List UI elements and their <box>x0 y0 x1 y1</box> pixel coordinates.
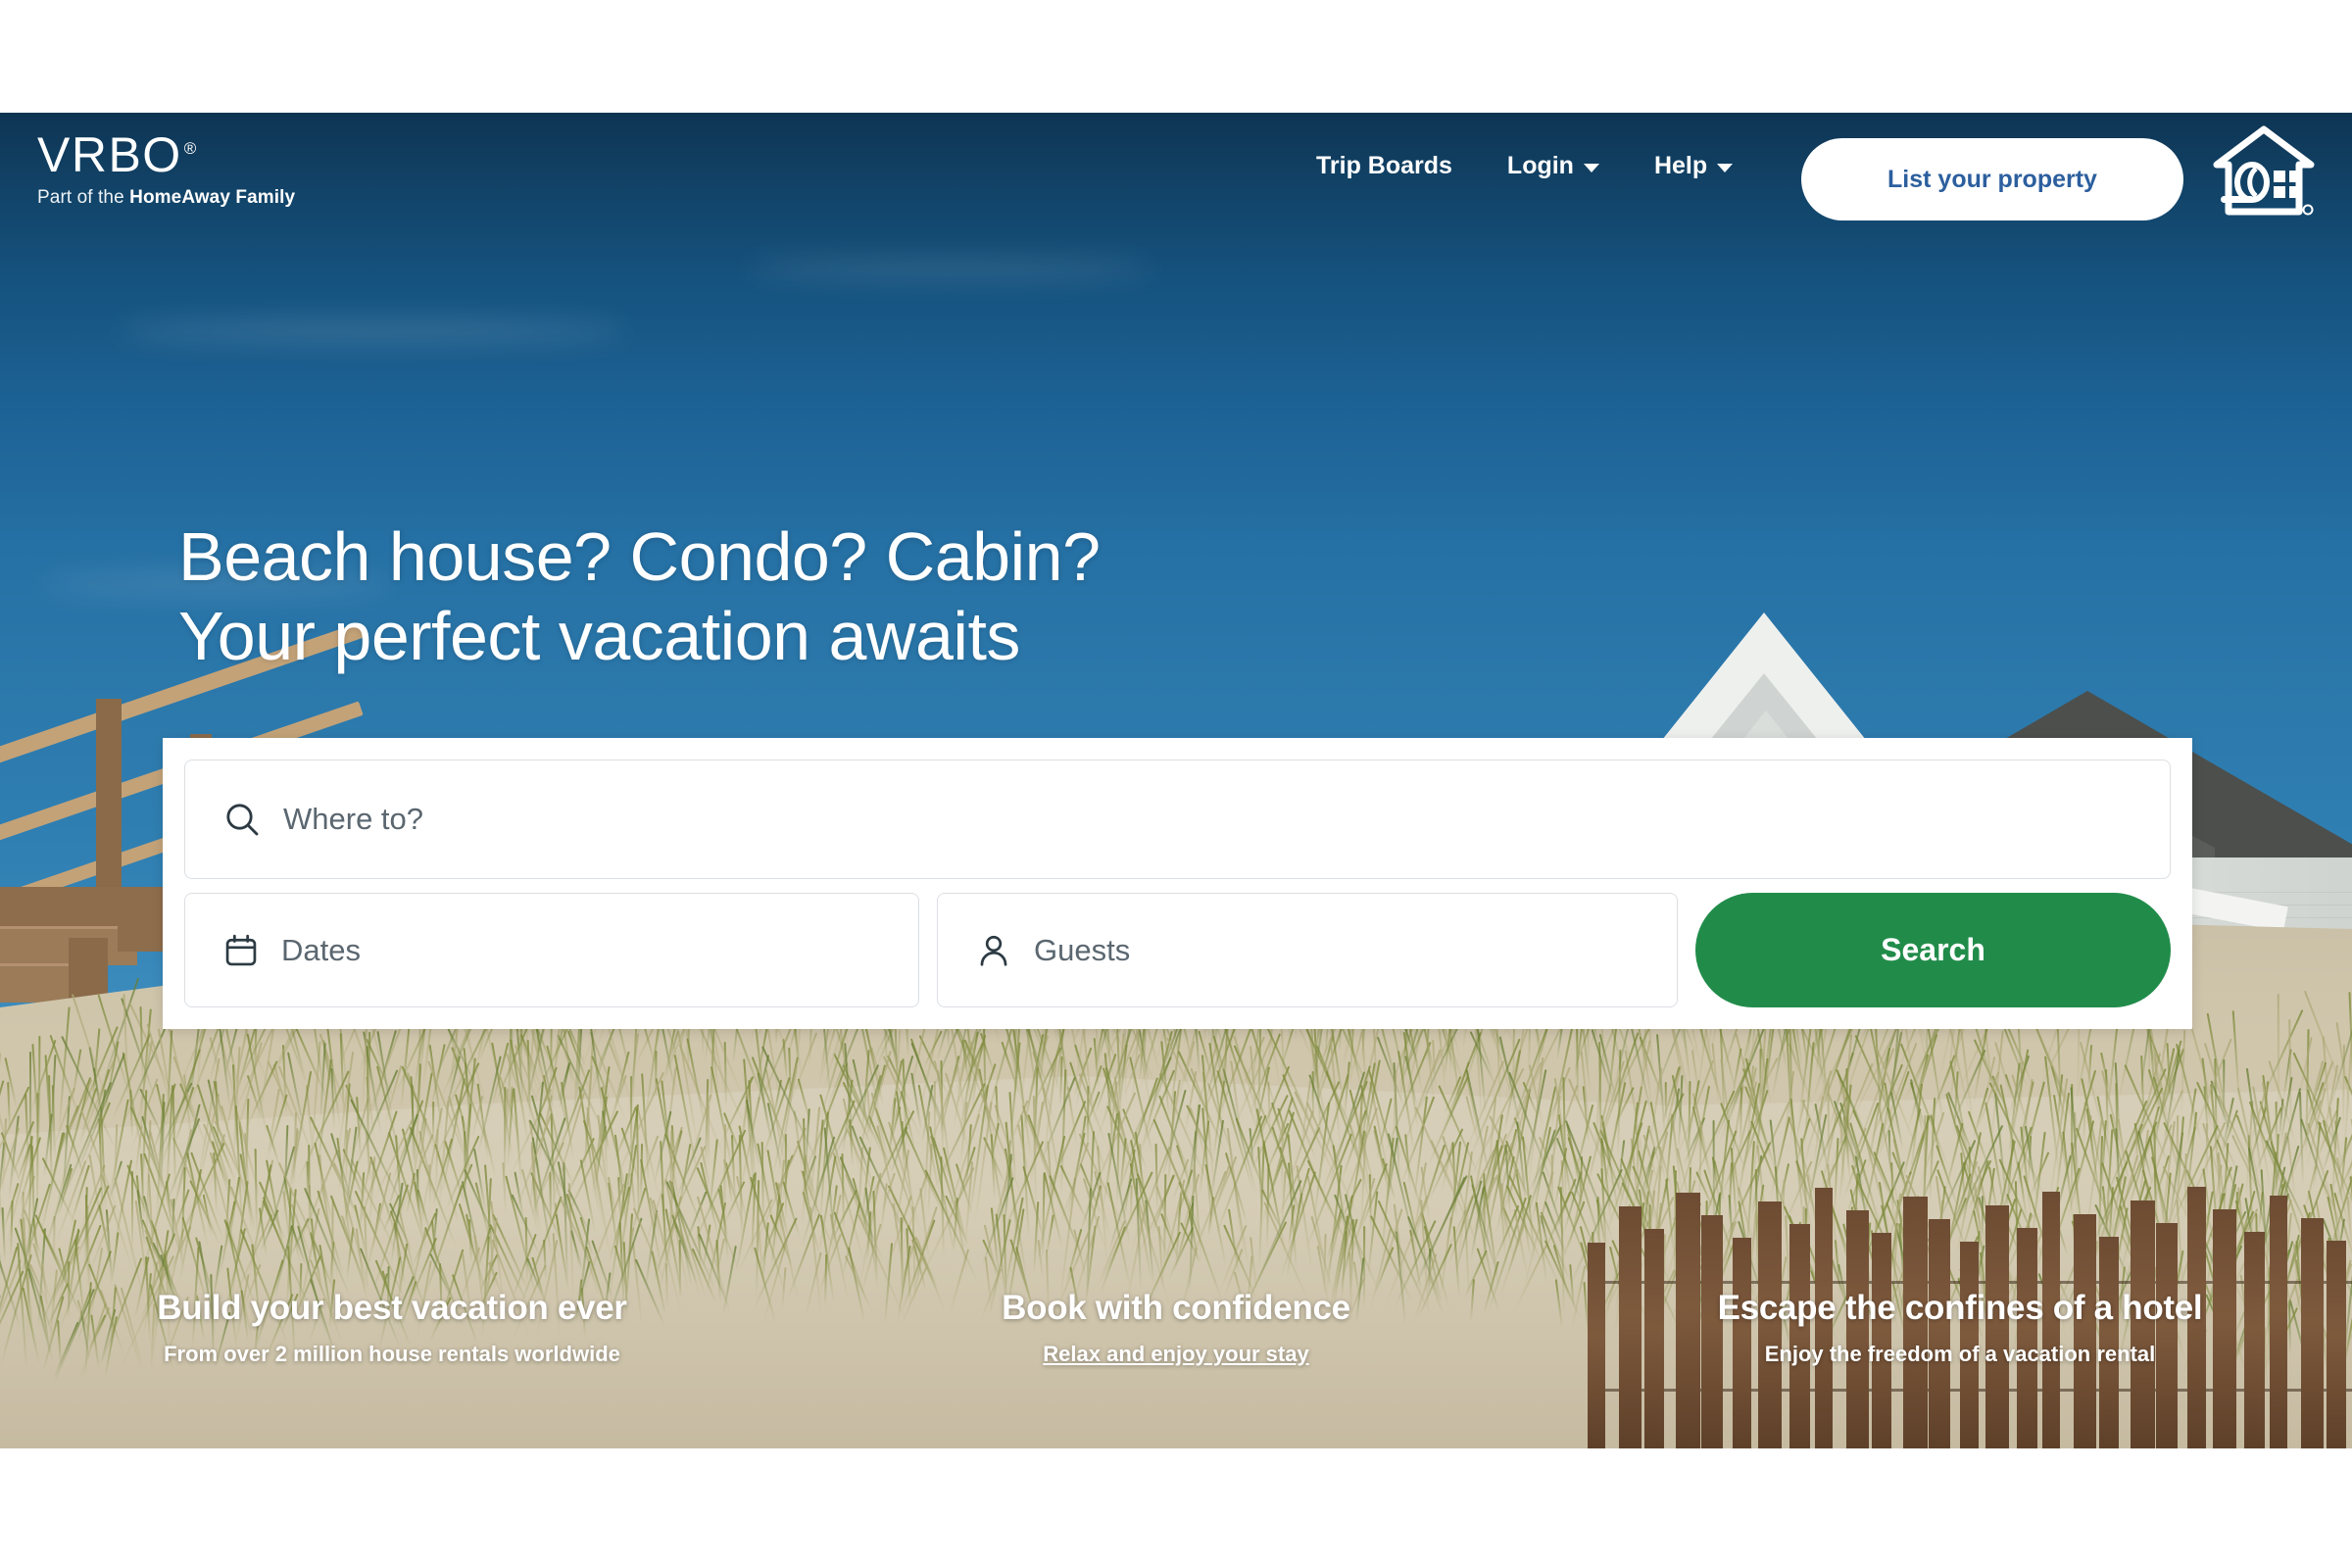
value-prop-title: Escape the confines of a hotel <box>1568 1289 2352 1328</box>
value-prop-link[interactable]: Relax and enjoy your stay <box>784 1342 1568 1367</box>
tagline-prefix: Part of the <box>37 187 129 208</box>
cloud <box>745 260 1156 279</box>
destination-field[interactable]: Where to? <box>184 760 2171 879</box>
value-prop-subtitle: From over 2 million house rentals worldw… <box>0 1342 784 1367</box>
value-props: Build your best vacation ever From over … <box>0 1289 2352 1367</box>
value-prop-1: Build your best vacation ever From over … <box>0 1289 784 1367</box>
tagline-brand: HomeAway Family <box>129 187 295 208</box>
value-prop-3: Escape the confines of a hotel Enjoy the… <box>1568 1289 2352 1367</box>
logo-tagline: Part of the HomeAway Family <box>37 187 295 209</box>
search-button[interactable]: Search <box>1695 893 2171 1007</box>
guests-placeholder: Guests <box>1034 933 1130 968</box>
vrbo-logo[interactable]: VRBO ® Part of the HomeAway Family <box>37 130 295 209</box>
site-header: VRBO ® Part of the HomeAway Family Trip B… <box>0 113 2352 219</box>
hero-headline: Beach house? Condo? Cabin? Your perfect … <box>178 517 1101 676</box>
vrbo-homepage: VRBO ® Part of the HomeAway Family Trip B… <box>0 0 2352 1568</box>
headline-line-1: Beach house? Condo? Cabin? <box>178 517 1101 597</box>
registered-mark: ® <box>184 139 198 158</box>
search-panel: Where to? Dates Guests Search <box>163 738 2192 1029</box>
logo-wordmark: VRBO <box>37 127 182 182</box>
nav-label: Trip Boards <box>1316 152 1452 180</box>
nav-item-trip-boards[interactable]: Trip Boards <box>1289 152 1480 180</box>
value-prop-title: Book with confidence <box>784 1289 1568 1328</box>
chevron-down-icon <box>1717 164 1733 172</box>
value-prop-title: Build your best vacation ever <box>0 1289 784 1328</box>
search-button-label: Search <box>1881 932 1985 968</box>
cta-label: List your property <box>1887 166 2097 194</box>
person-icon <box>975 932 1012 969</box>
search-icon <box>222 800 262 839</box>
calendar-icon <box>222 932 260 969</box>
chevron-down-icon <box>1584 164 1599 172</box>
value-prop-subtitle: Enjoy the freedom of a vacation rental <box>1568 1342 2352 1367</box>
nav-label: Help <box>1654 152 1707 180</box>
search-row-secondary: Dates Guests Search <box>184 893 2171 1007</box>
guests-field[interactable]: Guests <box>937 893 1678 1007</box>
main-nav: Trip Boards Login Help <box>1289 113 1760 219</box>
destination-placeholder: Where to? <box>283 802 423 837</box>
dates-placeholder: Dates <box>281 933 361 968</box>
nav-item-login[interactable]: Login <box>1480 152 1627 180</box>
nav-item-help[interactable]: Help <box>1627 152 1760 180</box>
list-your-property-button[interactable]: List your property <box>1801 138 2183 220</box>
headline-line-2: Your perfect vacation awaits <box>178 597 1101 676</box>
nav-label: Login <box>1507 152 1574 180</box>
dates-field[interactable]: Dates <box>184 893 919 1007</box>
cloud <box>118 318 627 344</box>
value-prop-2: Book with confidence Relax and enjoy you… <box>784 1289 1568 1367</box>
